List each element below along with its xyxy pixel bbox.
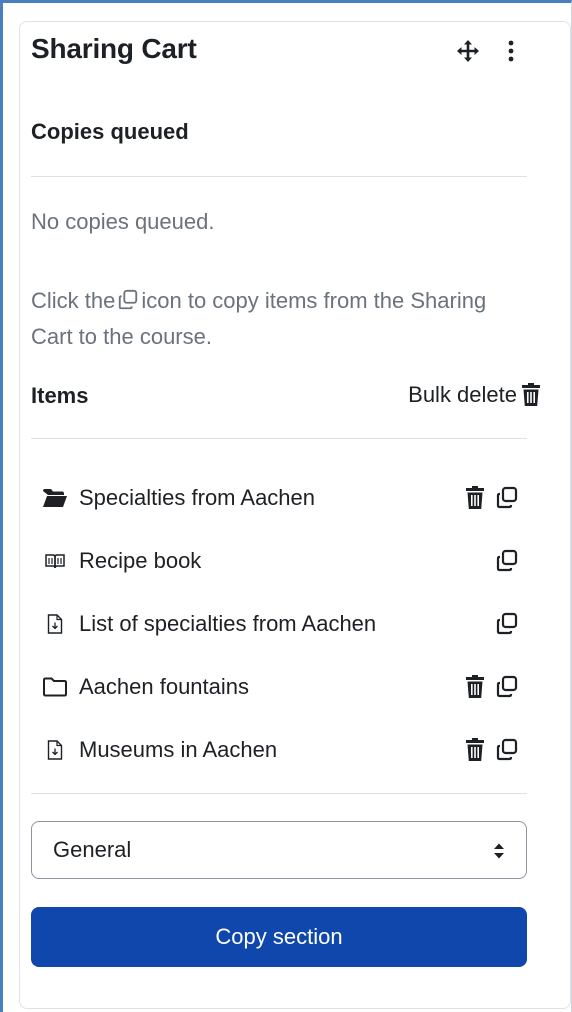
no-copies-text: No copies queued. (31, 209, 215, 234)
delete-trash-icon[interactable] (465, 486, 485, 510)
help-text-start: Click the (31, 288, 116, 313)
book-icon (41, 547, 69, 575)
file-icon (41, 736, 69, 764)
item-label[interactable]: Recipe book (79, 548, 459, 574)
list-item: List of specialties from Aachen (41, 604, 519, 644)
divider (31, 176, 527, 177)
kebab-menu-icon[interactable] (505, 39, 517, 63)
item-label[interactable]: List of specialties from Aachen (79, 611, 459, 637)
trash-icon (522, 383, 540, 406)
delete-trash-icon[interactable] (465, 738, 485, 762)
copy-icon[interactable] (495, 612, 519, 636)
block-title: Sharing Cart (31, 33, 197, 64)
copy-icon[interactable] (495, 675, 519, 699)
item-label[interactable]: Museums in Aachen (79, 737, 459, 763)
section-select[interactable]: General (31, 821, 527, 879)
copy-icon[interactable] (495, 549, 519, 573)
item-label[interactable]: Aachen fountains (79, 674, 459, 700)
bulk-delete-label: Bulk delete (408, 382, 517, 407)
file-icon (41, 610, 69, 638)
divider (31, 438, 527, 439)
copy-section-button[interactable]: Copy section (31, 907, 527, 967)
divider (31, 793, 527, 794)
list-item: Museums in Aachen (41, 730, 519, 770)
folder-open-icon (41, 484, 69, 512)
copies-queued-heading: Copies queued (31, 119, 189, 144)
section-select-value: General (53, 837, 132, 862)
items-heading: Items (31, 383, 89, 408)
list-item: Specialties from Aachen (41, 478, 519, 518)
page-frame: Sharing Cart Copies queued No copies que… (0, 0, 572, 1012)
copy-help-text: Click the icon to copy items from the Sha… (31, 283, 511, 355)
copy-icon (119, 289, 138, 310)
folder-icon (41, 673, 69, 701)
bulk-delete-button[interactable]: Bulk delete (408, 382, 541, 408)
item-label[interactable]: Specialties from Aachen (79, 485, 459, 511)
move-arrows-icon[interactable] (456, 39, 480, 63)
delete-trash-icon[interactable] (465, 675, 485, 699)
list-item: Aachen fountains (41, 667, 519, 707)
copy-icon[interactable] (495, 486, 519, 510)
copy-icon[interactable] (495, 738, 519, 762)
select-caret-icon (494, 843, 504, 859)
list-item: Recipe book (41, 541, 519, 581)
